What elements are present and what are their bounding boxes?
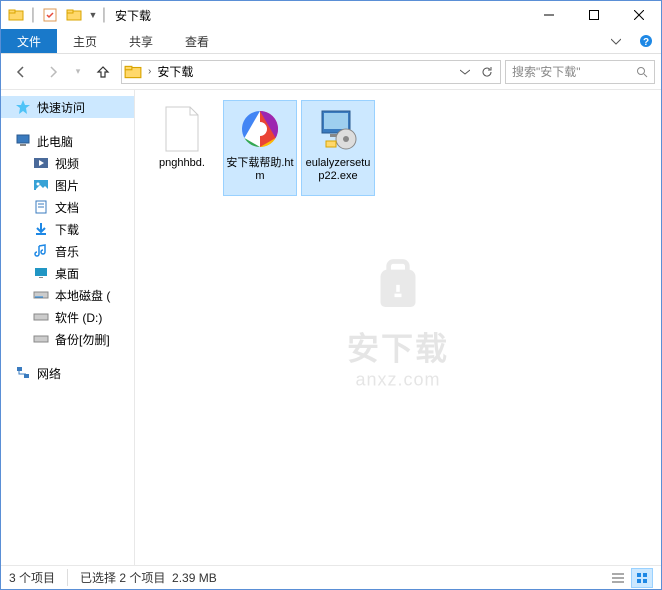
new-folder-icon[interactable] bbox=[63, 4, 85, 26]
pictures-icon bbox=[33, 177, 49, 193]
sidebar-label: 下载 bbox=[55, 221, 79, 238]
forward-button[interactable] bbox=[39, 58, 67, 86]
drive-icon bbox=[33, 309, 49, 325]
video-icon bbox=[33, 155, 49, 171]
chevron-right-icon[interactable]: › bbox=[146, 66, 153, 77]
back-button[interactable] bbox=[7, 58, 35, 86]
sidebar-item-backup[interactable]: 备份[勿删] bbox=[1, 328, 134, 350]
file-list[interactable]: 安下载 anxz.com pnghhbd. 安下载帮助.htm eulalyze… bbox=[135, 90, 661, 568]
sidebar-label: 桌面 bbox=[55, 265, 79, 282]
sidebar-label: 软件 (D:) bbox=[55, 309, 102, 326]
pc-icon bbox=[15, 133, 31, 149]
tab-share[interactable]: 共享 bbox=[113, 29, 169, 53]
sidebar-label: 视频 bbox=[55, 155, 79, 172]
sidebar-label: 文档 bbox=[55, 199, 79, 216]
ribbon-tabs: 文件 主页 共享 查看 ? bbox=[1, 29, 661, 54]
tab-home[interactable]: 主页 bbox=[57, 29, 113, 53]
qat-dropdown-icon[interactable]: ▼ bbox=[87, 4, 99, 26]
desktop-icon bbox=[33, 265, 49, 281]
file-name: 安下载帮助.htm bbox=[226, 157, 294, 183]
window-title: 安下载 bbox=[115, 7, 151, 24]
sidebar-label: 快速访问 bbox=[37, 99, 85, 116]
documents-icon bbox=[33, 199, 49, 215]
folder-icon bbox=[124, 63, 142, 81]
close-button[interactable] bbox=[616, 1, 661, 29]
file-htm-icon bbox=[236, 105, 284, 153]
tab-view[interactable]: 查看 bbox=[169, 29, 225, 53]
quick-access-toolbar: | ▼ | bbox=[5, 4, 107, 26]
download-icon bbox=[33, 221, 49, 237]
file-item[interactable]: 安下载帮助.htm bbox=[223, 100, 297, 196]
address-bar[interactable]: › 安下载 bbox=[121, 60, 501, 84]
sidebar-item-music[interactable]: 音乐 bbox=[1, 240, 134, 262]
file-name: pnghhbd. bbox=[159, 157, 205, 170]
file-blank-icon bbox=[158, 105, 206, 153]
folder-icon[interactable] bbox=[5, 4, 27, 26]
search-box[interactable] bbox=[505, 60, 655, 84]
properties-icon[interactable] bbox=[39, 4, 61, 26]
svg-text:?: ? bbox=[643, 37, 649, 48]
drive-icon bbox=[33, 331, 49, 347]
network-icon bbox=[15, 365, 31, 381]
sidebar-item-pictures[interactable]: 图片 bbox=[1, 174, 134, 196]
sidebar-label: 备份[勿删] bbox=[55, 331, 110, 348]
view-details-button[interactable] bbox=[607, 568, 629, 588]
recent-dropdown-icon[interactable]: ▾ bbox=[71, 58, 85, 86]
sidebar-item-downloads[interactable]: 下载 bbox=[1, 218, 134, 240]
sidebar-item-disk-d[interactable]: 软件 (D:) bbox=[1, 306, 134, 328]
sidebar-item-documents[interactable]: 文档 bbox=[1, 196, 134, 218]
watermark-sub: anxz.com bbox=[347, 370, 449, 391]
navigation-pane: 快速访问 此电脑 视频 图片 文档 下载 音乐 桌面 本地磁盘 ( 软件 (D:… bbox=[1, 90, 135, 568]
sidebar-item-this-pc[interactable]: 此电脑 bbox=[1, 130, 134, 152]
sidebar-item-videos[interactable]: 视频 bbox=[1, 152, 134, 174]
music-icon bbox=[33, 243, 49, 259]
title-bar: | ▼ | 安下载 bbox=[1, 1, 661, 29]
tab-file[interactable]: 文件 bbox=[1, 29, 57, 53]
sidebar-label: 此电脑 bbox=[37, 133, 73, 150]
help-icon[interactable]: ? bbox=[631, 29, 661, 53]
status-selection: 已选择 2 个项目 2.39 MB bbox=[80, 569, 229, 586]
view-icons-button[interactable] bbox=[631, 568, 653, 588]
watermark: 安下载 anxz.com bbox=[347, 248, 449, 391]
main-area: 快速访问 此电脑 视频 图片 文档 下载 音乐 桌面 本地磁盘 ( 软件 (D:… bbox=[1, 90, 661, 568]
sidebar-item-disk-c[interactable]: 本地磁盘 ( bbox=[1, 284, 134, 306]
qat-separator: | bbox=[101, 4, 107, 26]
navigation-bar: ▾ › 安下载 bbox=[1, 54, 661, 90]
status-item-count: 3 个项目 bbox=[9, 569, 68, 586]
search-input[interactable] bbox=[512, 65, 636, 79]
minimize-button[interactable] bbox=[526, 1, 571, 29]
ribbon-expand-icon[interactable] bbox=[601, 29, 631, 53]
file-installer-icon bbox=[314, 105, 362, 153]
file-item[interactable]: pnghhbd. bbox=[145, 100, 219, 196]
window-controls bbox=[526, 1, 661, 29]
star-icon bbox=[15, 99, 31, 115]
file-name: eulalyzersetup22.exe bbox=[304, 157, 372, 183]
breadcrumb[interactable]: 安下载 bbox=[153, 63, 197, 80]
address-dropdown-icon[interactable] bbox=[454, 61, 476, 83]
search-icon[interactable] bbox=[636, 66, 648, 78]
maximize-button[interactable] bbox=[571, 1, 616, 29]
sidebar-label: 网络 bbox=[37, 365, 61, 382]
sidebar-label: 图片 bbox=[55, 177, 79, 194]
refresh-icon[interactable] bbox=[476, 61, 498, 83]
status-bar: 3 个项目 已选择 2 个项目 2.39 MB bbox=[1, 565, 661, 589]
qat-separator: | bbox=[29, 4, 37, 26]
sidebar-label: 本地磁盘 ( bbox=[55, 287, 110, 304]
sidebar-label: 音乐 bbox=[55, 243, 79, 260]
file-item[interactable]: eulalyzersetup22.exe bbox=[301, 100, 375, 196]
sidebar-item-desktop[interactable]: 桌面 bbox=[1, 262, 134, 284]
sidebar-item-network[interactable]: 网络 bbox=[1, 362, 134, 384]
drive-icon bbox=[33, 287, 49, 303]
up-button[interactable] bbox=[89, 58, 117, 86]
watermark-text: 安下载 bbox=[347, 324, 449, 370]
sidebar-item-quick-access[interactable]: 快速访问 bbox=[1, 96, 134, 118]
